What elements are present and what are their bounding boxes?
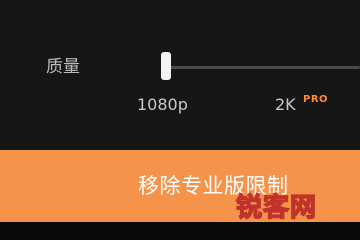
quality-option-2k[interactable]: 2K: [275, 95, 296, 115]
quality-slider[interactable]: [150, 50, 360, 84]
pro-badge: PRO: [303, 94, 329, 105]
quality-option-1080p[interactable]: 1080p: [137, 95, 188, 115]
slider-thumb[interactable]: [161, 52, 171, 80]
quality-label: 质量: [46, 57, 80, 77]
quality-settings-panel: 质量 1080p 2K PRO: [0, 0, 360, 150]
video-export-screen: 质量 1080p 2K PRO 移除专业版限制 锐客网: [0, 0, 360, 240]
bottom-strip: [0, 222, 360, 240]
slider-track[interactable]: [168, 66, 360, 69]
watermark-logo: 锐客网: [235, 192, 318, 223]
